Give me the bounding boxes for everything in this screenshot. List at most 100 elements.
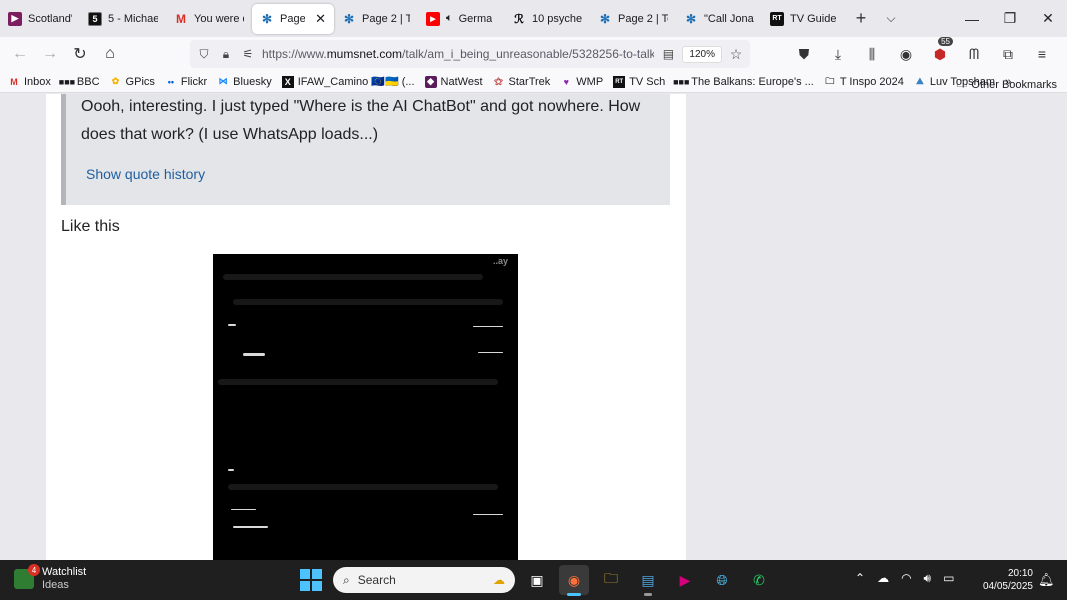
extension-m-icon[interactable]: ᗰ (959, 39, 989, 69)
whatsapp-icon[interactable]: ✆ (744, 565, 774, 595)
tab-gmail[interactable]: M You were q (166, 4, 252, 34)
bookmark-wmp[interactable]: ♥ WMP (560, 76, 604, 88)
photos-icon: ✿ (111, 76, 120, 86)
new-tab-icon[interactable]: + (846, 8, 876, 29)
watchlist-widget[interactable]: 4 Watchlist Ideas (14, 564, 86, 592)
speaker-icon[interactable]: 🔈︎ (446, 12, 453, 25)
tab-scotlands[interactable]: ▶ Scotland's (0, 4, 80, 34)
forward-icon[interactable]: → (35, 39, 65, 69)
windows-start-icon[interactable] (300, 569, 322, 591)
address-bar[interactable]: ⛉ 🔒︎ ⚟ https://www.mumsnet.com/talk/am_i… (190, 40, 750, 68)
onedrive-cloud-icon[interactable]: ☁ (877, 571, 889, 586)
tab-psyched[interactable]: ℛ 10 psyched (504, 4, 590, 34)
minimize-icon[interactable]: — (953, 0, 991, 37)
bookmark-bbc[interactable]: ■■■ BBC (58, 76, 100, 88)
restore-icon[interactable]: ❐ (991, 0, 1029, 37)
windows-taskbar: 4 Watchlist Ideas ⌕ Search ☁ ▣ ◉ 🗀︎ ▤ ▶ … (0, 560, 1067, 600)
bookmark-gpics[interactable]: ✿ GPics (110, 76, 155, 88)
image-icon: ⛰ (916, 76, 924, 86)
image-streak (233, 526, 268, 528)
notepad-icon[interactable]: ▤ (633, 565, 663, 596)
image-streak (228, 469, 234, 471)
tab-call-jonat[interactable]: ✻ "Call Jonat (676, 4, 762, 34)
system-clock[interactable]: 20:10 04/05/2025 (978, 567, 1033, 593)
image-smudge (228, 484, 498, 490)
tab-youtube[interactable]: ▶ 🔈︎ Germa (418, 4, 504, 34)
image-streak (228, 324, 236, 326)
stocks-icon: 4 (14, 564, 40, 589)
tab-page2-active[interactable]: ✻ Page 2 | ✕ (252, 3, 334, 34)
back-icon[interactable]: ← (5, 39, 35, 69)
bookmark-folder-inspo[interactable]: 🗀︎ T Inspo 2024 (824, 76, 904, 88)
file-explorer-icon[interactable]: 🗀︎ (596, 565, 626, 595)
quoted-message: Oooh, interesting. I just typed "Where i… (61, 94, 670, 205)
bookmark-star-icon[interactable]: ☆ (728, 46, 744, 63)
reload-icon[interactable]: ↻ (65, 39, 95, 69)
heart-icon: ♥ (563, 76, 569, 87)
extensions-icon[interactable]: ⧉ (993, 39, 1023, 69)
bookmark-bluesky[interactable]: ⋈ Bluesky (217, 76, 272, 88)
other-bookmarks[interactable]: 🗀︎ Other Bookmarks (956, 75, 1057, 94)
rt-icon: RT (613, 75, 626, 88)
lock-icon[interactable]: 🔒︎ (218, 47, 234, 62)
library-icon[interactable]: ⫼ (857, 39, 887, 69)
show-quote-history-link[interactable]: Show quote history (86, 166, 205, 182)
bookmark-inbox[interactable]: M Inbox (8, 76, 51, 88)
reader-view-icon[interactable]: ▤ (660, 47, 676, 61)
window-controls: — ❐ ✕ (953, 0, 1067, 37)
ublock-icon[interactable]: ⬢ 55 (925, 37, 955, 69)
attached-image[interactable]: ..ay (213, 254, 518, 560)
media-app-icon[interactable]: ▶ (670, 565, 700, 595)
image-streak (473, 514, 503, 515)
volume-icon[interactable]: 🔊︎ (924, 571, 932, 586)
x-icon: X (281, 75, 294, 88)
bbc-icon: ■■■ (58, 76, 76, 87)
gmail-icon: M (176, 11, 186, 26)
chevron-up-icon[interactable]: ⌃ (855, 571, 865, 586)
gmail-icon: M (10, 76, 18, 87)
rt-icon: RT (770, 11, 784, 26)
image-streak (243, 353, 265, 356)
chevron-down-icon[interactable]: ⌵ (876, 11, 906, 26)
navigation-toolbar: ← → ↻ ⌂ ⛉ 🔒︎ ⚟ https://www.mumsnet.com/t… (0, 37, 1067, 71)
close-tab-icon[interactable]: ✕ (315, 11, 326, 27)
tv-app-icon: ▶ (8, 11, 22, 26)
tab-michael[interactable]: 5 5 - Michael (80, 4, 166, 34)
account-icon[interactable]: ◉ (891, 39, 921, 69)
menu-icon[interactable]: ≡ (1027, 39, 1057, 69)
wifi-icon[interactable]: ◠ (901, 571, 911, 586)
url-text[interactable]: https://www.mumsnet.com/talk/am_i_being_… (262, 47, 654, 61)
taskbar-search[interactable]: ⌕ Search ☁ (333, 567, 515, 593)
pocket-icon[interactable]: ⛊ (789, 39, 819, 69)
bookmark-tvsch[interactable]: RT TV Sch (613, 75, 665, 88)
close-window-icon[interactable]: ✕ (1029, 0, 1067, 37)
image-smudge (223, 274, 483, 280)
bookmark-natwest[interactable]: ◆ NatWest (424, 75, 483, 88)
bookmark-balkans[interactable]: ■■■ The Balkans: Europe's ... (673, 76, 814, 88)
flickr-icon: •• (167, 76, 175, 87)
task-view-icon[interactable]: ▣ (522, 565, 552, 595)
mumsnet-icon: ✻ (343, 11, 355, 26)
battery-icon[interactable]: ▭ (943, 571, 954, 586)
zoom-level[interactable]: 120% (682, 45, 722, 63)
bookmark-ifaw[interactable]: X IFAW_Camino 🇪🇺🇺🇦 (... (281, 75, 415, 88)
notification-bell-icon[interactable]: 🔔︎ (1038, 572, 1055, 588)
bookmarks-toolbar: M Inbox ■■■ BBC ✿ GPics •• Flickr ⋈ Bluesky X… (0, 71, 1067, 93)
tab-tv-guide[interactable]: RT TV Guide & (762, 4, 846, 34)
bookmark-startrek[interactable]: ⚝ StarTrek (493, 76, 550, 88)
tab-page2-c[interactable]: ✻ Page 2 | To (590, 4, 676, 34)
runner-icon: ℛ (514, 11, 524, 26)
permissions-icon[interactable]: ⚟ (240, 47, 256, 61)
bookmark-flickr[interactable]: •• Flickr (165, 76, 207, 88)
image-smudge (218, 379, 498, 385)
shield-icon[interactable]: ⛉ (196, 47, 212, 62)
folder-icon: 🗀︎ (956, 78, 968, 90)
tab-page2-b[interactable]: ✻ Page 2 | To (334, 4, 418, 34)
mumsnet-icon: ✻ (685, 11, 697, 26)
home-icon[interactable]: ⌂ (95, 39, 125, 69)
mumsnet-icon: ✻ (261, 11, 273, 26)
download-icon[interactable]: ⤓ (823, 39, 853, 69)
natwest-icon: ◆ (424, 75, 437, 88)
maps-globe-icon[interactable]: 🌐︎ (707, 565, 737, 595)
firefox-icon[interactable]: ◉ (559, 565, 589, 596)
